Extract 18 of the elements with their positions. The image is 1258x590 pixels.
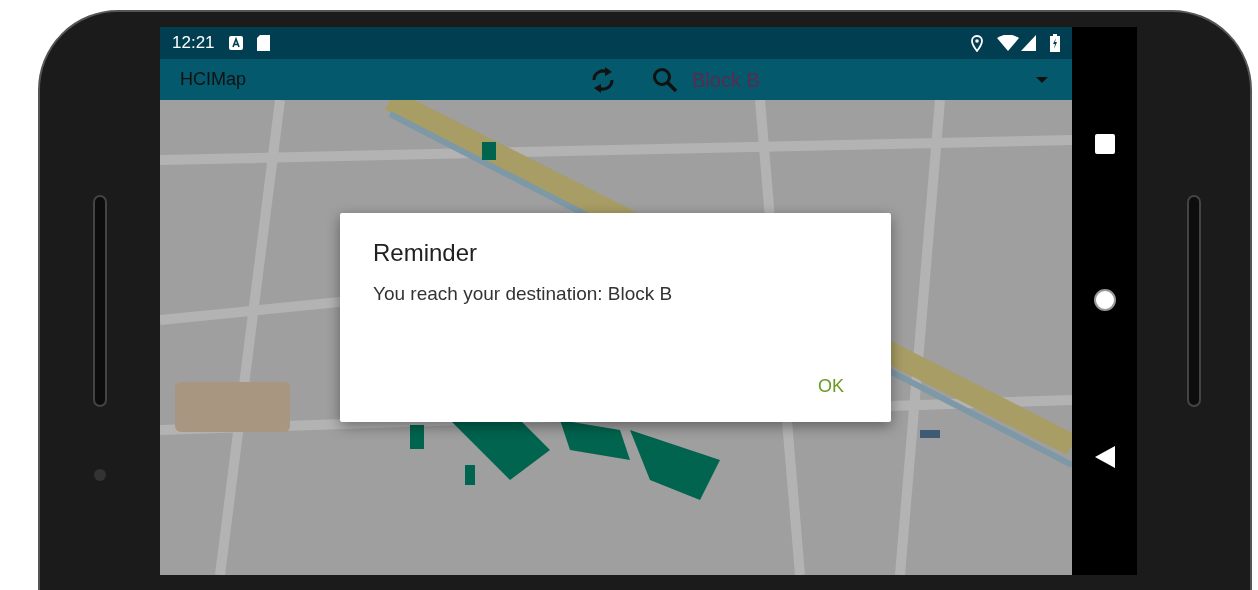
dialog-message: You reach your destination: Block B <box>373 281 674 306</box>
status-time: 12:21 <box>172 32 215 55</box>
dropdown-caret-icon[interactable] <box>1036 76 1048 83</box>
app-title: HCIMap <box>180 68 247 91</box>
dialog-title: Reminder <box>373 239 479 268</box>
sd-card-icon <box>256 35 270 51</box>
refresh-icon[interactable] <box>590 64 616 95</box>
recents-icon[interactable] <box>1094 134 1115 154</box>
camera-dot <box>94 469 106 481</box>
ok-button[interactable]: OK <box>804 369 858 404</box>
search-icon[interactable] <box>652 66 678 93</box>
keyboard-notification-icon <box>228 36 243 50</box>
signal-icon <box>1021 35 1036 51</box>
location-icon <box>971 34 983 52</box>
home-icon[interactable] <box>1092 288 1117 312</box>
battery-icon <box>1050 34 1060 52</box>
wifi-icon <box>997 35 1019 51</box>
back-icon[interactable] <box>1094 446 1115 468</box>
